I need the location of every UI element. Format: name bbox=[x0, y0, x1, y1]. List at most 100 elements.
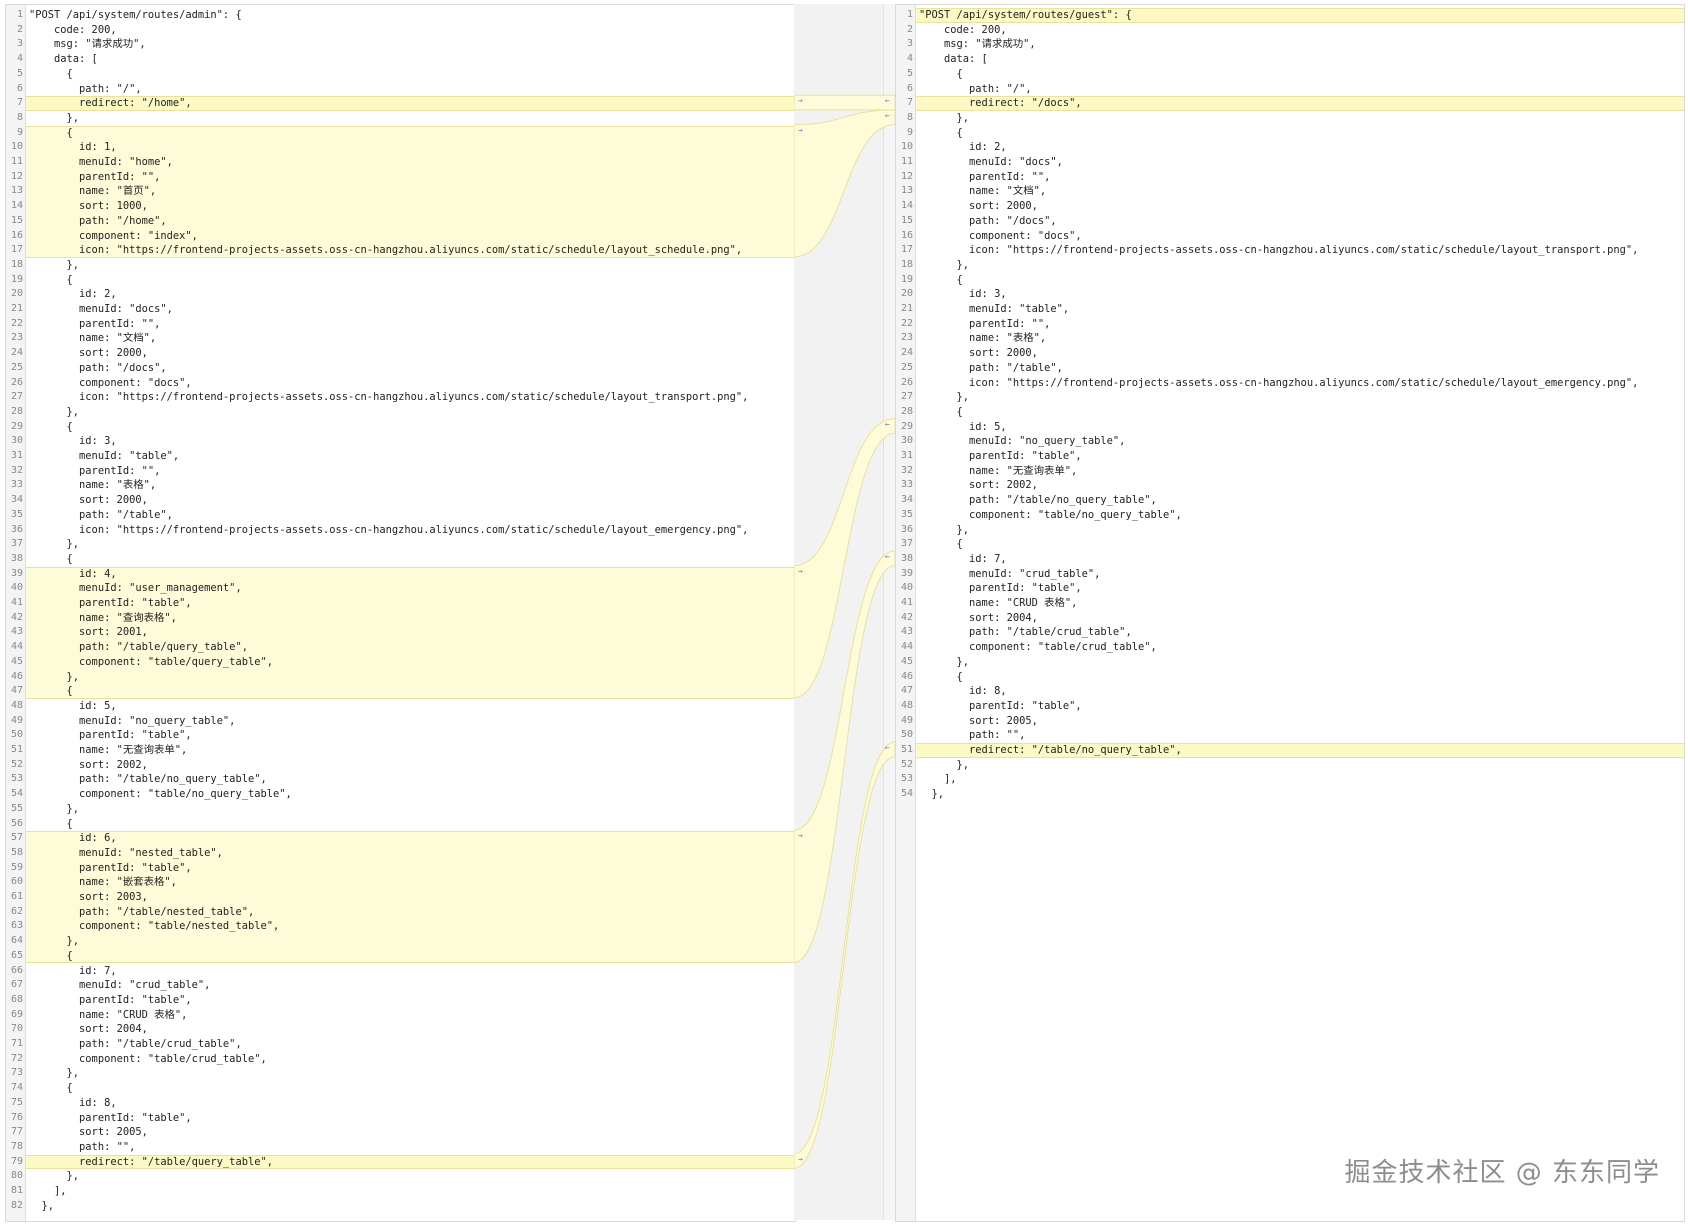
code-text: { bbox=[919, 126, 963, 139]
merge-left-arrow-icon[interactable]: ← bbox=[885, 111, 890, 120]
code-text: name: "无查询表单", bbox=[919, 464, 1078, 477]
code-text: }, bbox=[919, 111, 970, 124]
line-number: 28 bbox=[10, 405, 23, 417]
code-text: path: "/table/no_query_table", bbox=[29, 773, 267, 786]
code-text: sort: 2002, bbox=[919, 479, 1038, 492]
code-line: 9 { bbox=[896, 126, 1684, 141]
merge-right-arrow-icon[interactable]: → bbox=[798, 831, 803, 840]
code-line: 8 }, bbox=[896, 111, 1684, 126]
connector-curve bbox=[794, 109, 895, 258]
line-number: 23 bbox=[900, 332, 913, 344]
line-number: 5 bbox=[16, 67, 23, 79]
code-text: icon: "https://frontend-projects-assets.… bbox=[29, 523, 749, 536]
code-line: 53 path: "/table/no_query_table", bbox=[6, 772, 795, 787]
code-text: sort: 2000, bbox=[29, 347, 148, 360]
code-line: 51 name: "无查询表单", bbox=[6, 743, 795, 758]
code-text: path: "/", bbox=[29, 82, 142, 95]
merge-left-arrow-icon[interactable]: ← bbox=[885, 96, 890, 105]
line-number: 47 bbox=[900, 685, 913, 697]
line-number: 61 bbox=[10, 891, 23, 902]
line-number: 77 bbox=[10, 1126, 23, 1138]
code-line: 15 path: "/home", bbox=[6, 214, 795, 229]
line-number: 11 bbox=[10, 156, 23, 167]
line-number: 71 bbox=[10, 1038, 23, 1049]
code-line: 27 }, bbox=[896, 390, 1684, 405]
code-text: path: "", bbox=[29, 1140, 136, 1153]
line-number: 14 bbox=[10, 200, 23, 212]
merge-left-arrow-icon[interactable]: ← bbox=[885, 420, 890, 429]
code-line: 26 icon: "https://frontend-projects-asse… bbox=[896, 376, 1684, 391]
merge-right-arrow-icon[interactable]: → bbox=[798, 96, 803, 105]
code-line: 34 path: "/table/no_query_table", bbox=[896, 493, 1684, 508]
code-line: 9 { bbox=[6, 126, 795, 141]
code-text: name: "文档", bbox=[29, 332, 157, 345]
line-number: 18 bbox=[10, 258, 23, 270]
line-number: 34 bbox=[10, 494, 23, 506]
code-line: 51 redirect: "/table/no_query_table", bbox=[896, 743, 1684, 758]
line-number: 69 bbox=[10, 1008, 23, 1020]
line-number: 54 bbox=[900, 788, 913, 800]
line-number: 19 bbox=[10, 273, 23, 285]
code-text: { bbox=[29, 273, 73, 286]
code-text: menuId: "crud_table", bbox=[919, 567, 1101, 580]
code-line: 58 menuId: "nested_table", bbox=[6, 846, 795, 861]
code-text: redirect: "/home", bbox=[29, 97, 192, 110]
code-text: }, bbox=[29, 405, 80, 418]
code-line: 47 id: 8, bbox=[896, 684, 1684, 699]
line-number: 32 bbox=[900, 464, 913, 476]
code-line: 44 path: "/table/query_table", bbox=[6, 640, 795, 655]
merge-left-arrow-icon[interactable]: ← bbox=[885, 552, 890, 561]
code-line: 5 { bbox=[896, 67, 1684, 82]
code-line: 18 }, bbox=[6, 258, 795, 273]
right-editor-pane[interactable]: 1 "POST /api/system/routes/guest": {2 cod… bbox=[895, 4, 1685, 1222]
line-number: 18 bbox=[900, 258, 913, 270]
code-text: id: 2, bbox=[919, 141, 1007, 154]
merge-right-arrow-icon[interactable]: → bbox=[798, 1155, 803, 1164]
code-text: name: "首页", bbox=[29, 185, 157, 198]
line-number: 25 bbox=[900, 361, 913, 373]
line-number: 17 bbox=[10, 244, 23, 256]
code-line: 22 parentId: "", bbox=[896, 317, 1684, 332]
code-line: 4 data: [ bbox=[896, 52, 1684, 67]
code-text: }, bbox=[919, 788, 945, 801]
code-line: 24 sort: 2000, bbox=[6, 346, 795, 361]
code-line: 45 component: "table/query_table", bbox=[6, 655, 795, 670]
line-number: 49 bbox=[10, 714, 23, 726]
code-text: msg: "请求成功", bbox=[919, 38, 1036, 51]
code-line: 7 redirect: "/home", bbox=[6, 96, 795, 111]
merge-right-arrow-icon[interactable]: → bbox=[798, 567, 803, 576]
merge-right-arrow-icon[interactable]: → bbox=[798, 126, 803, 135]
line-number: 19 bbox=[900, 273, 913, 285]
code-text: { bbox=[919, 670, 963, 683]
code-line: 77 sort: 2005, bbox=[6, 1125, 795, 1140]
code-text: parentId: "table", bbox=[29, 729, 192, 742]
code-text: data: [ bbox=[919, 53, 988, 66]
code-line: 30 menuId: "no_query_table", bbox=[896, 434, 1684, 449]
code-text: icon: "https://frontend-projects-assets.… bbox=[29, 391, 749, 404]
code-line: 72 component: "table/crud_table", bbox=[6, 1052, 795, 1067]
line-number: 13 bbox=[10, 185, 23, 197]
code-line: 20 id: 2, bbox=[6, 287, 795, 302]
code-line: 76 parentId: "table", bbox=[6, 1111, 795, 1126]
code-line: 69 name: "CRUD 表格", bbox=[6, 1008, 795, 1023]
line-number: 26 bbox=[10, 376, 23, 388]
code-line: 48 parentId: "table", bbox=[896, 699, 1684, 714]
code-line: 31 parentId: "table", bbox=[896, 449, 1684, 464]
line-number: 10 bbox=[10, 141, 23, 153]
code-line: 35 component: "table/no_query_table", bbox=[896, 508, 1684, 523]
left-editor-pane[interactable]: 1 "POST /api/system/routes/admin": {2 cod… bbox=[5, 4, 796, 1222]
code-text: sort: 2004, bbox=[29, 1023, 148, 1036]
code-line: 28 { bbox=[896, 405, 1684, 420]
code-text: }, bbox=[29, 111, 80, 124]
code-text: id: 1, bbox=[29, 141, 117, 154]
code-text: sort: 2005, bbox=[919, 714, 1038, 727]
code-text: menuId: "no_query_table", bbox=[919, 435, 1126, 448]
line-number: 44 bbox=[10, 641, 23, 653]
code-text: component: "table/crud_table", bbox=[29, 1052, 267, 1065]
code-text: { bbox=[29, 685, 73, 698]
code-line: 46 }, bbox=[6, 670, 795, 685]
line-number: 62 bbox=[10, 905, 23, 917]
merge-left-arrow-icon[interactable]: ← bbox=[885, 743, 890, 752]
code-text: menuId: "docs", bbox=[919, 156, 1063, 168]
line-number: 40 bbox=[900, 582, 913, 594]
